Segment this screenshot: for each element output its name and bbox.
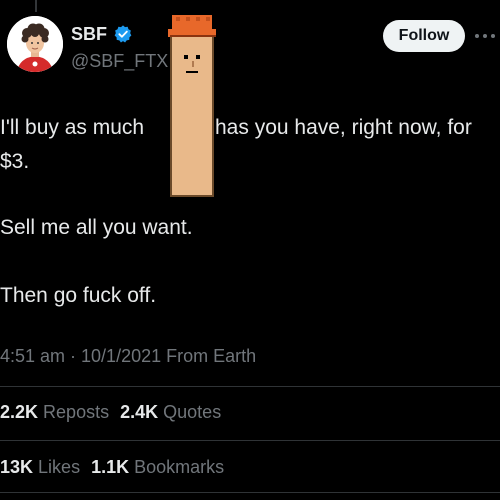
stats-row-reposts-quotes: 2.2K Reposts 2.4K Quotes	[0, 402, 221, 423]
reposts-stat[interactable]: 2.2K Reposts	[0, 402, 114, 422]
quotes-stat[interactable]: 2.4K Quotes	[120, 402, 221, 422]
author-display-name[interactable]: SBF	[71, 24, 107, 45]
more-options-icon[interactable]	[475, 24, 500, 48]
quotes-count: 2.4K	[120, 402, 159, 422]
verified-badge-icon	[113, 24, 133, 44]
author-handle[interactable]: @SBF_FTX	[71, 51, 171, 72]
more-dot	[491, 34, 495, 38]
reposts-label: Reposts	[43, 402, 110, 422]
stats-row-likes-bookmarks: 13K Likes 1.1K Bookmarks	[0, 457, 224, 478]
bookmarks-label: Bookmarks	[134, 457, 225, 477]
quotes-label: Quotes	[163, 402, 222, 422]
more-dot	[483, 34, 487, 38]
likes-stat[interactable]: 13K Likes	[0, 457, 85, 477]
follow-button[interactable]: Follow	[383, 20, 465, 52]
tweet-text-line-4: Then go fuck off.	[0, 284, 157, 307]
likes-count: 13K	[0, 457, 34, 477]
avatar-image	[7, 16, 63, 72]
reposts-count: 2.2K	[0, 402, 39, 422]
bookmarks-count: 1.1K	[91, 457, 130, 477]
more-dot	[475, 34, 479, 38]
thread-connector-line	[35, 0, 37, 12]
tweet-timestamp[interactable]: 4:51 am · 10/1/2021 From Earth	[0, 346, 256, 367]
divider	[0, 492, 500, 493]
divider	[0, 386, 500, 387]
avatar[interactable]	[7, 16, 63, 72]
tweet-text-line-2: $3.	[0, 150, 30, 173]
bookmarks-stat[interactable]: 1.1K Bookmarks	[91, 457, 224, 477]
pixel-character-image	[166, 15, 218, 202]
author-name-row[interactable]: SBF	[71, 22, 133, 46]
tweet-text-line-1b: has you have, right now, for	[215, 116, 472, 139]
tweet-text-line-1a: I'll buy as much	[0, 116, 145, 139]
likes-label: Likes	[38, 457, 81, 477]
divider	[0, 440, 500, 441]
tweet-text-line-3: Sell me all you want.	[0, 216, 193, 239]
